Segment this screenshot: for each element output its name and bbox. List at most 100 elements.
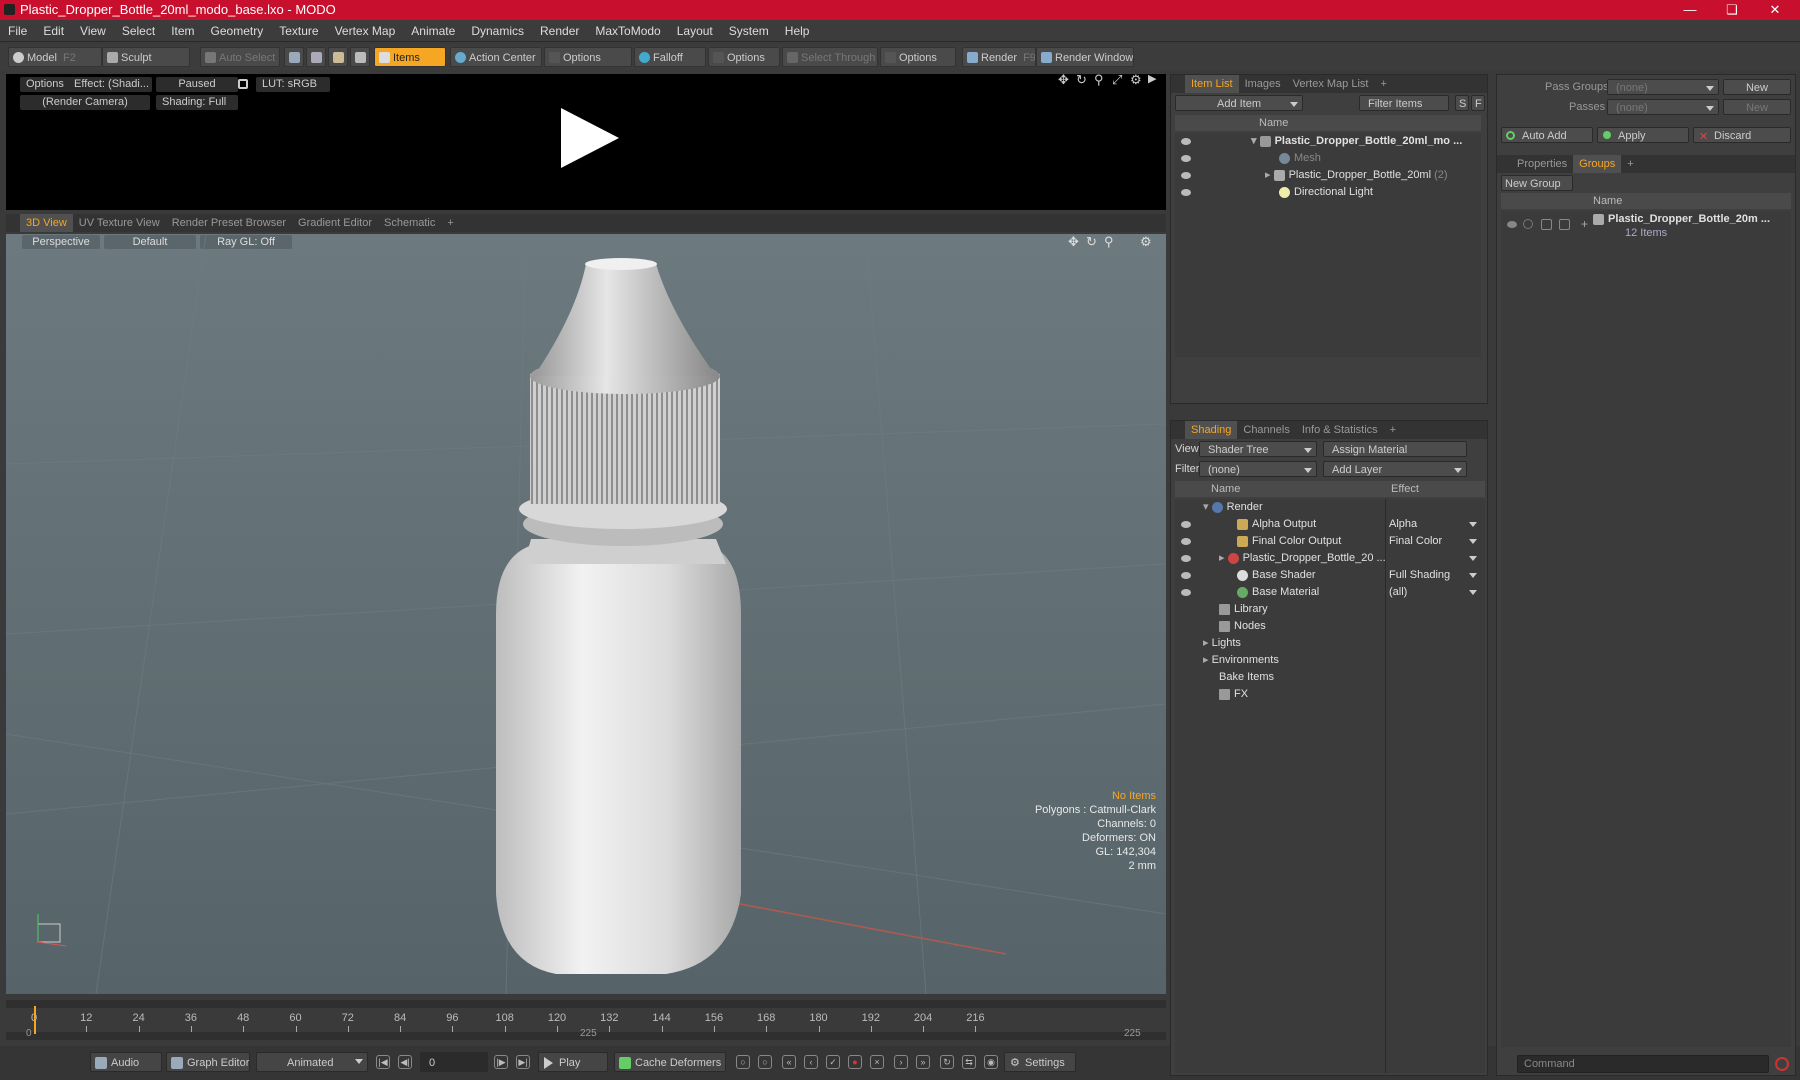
visibility-eye-icon[interactable] [1181, 155, 1191, 162]
visibility-eye-icon[interactable] [1181, 572, 1191, 579]
key-icon[interactable]: ✓ [826, 1055, 840, 1069]
view-dropdown[interactable]: Shader Tree [1199, 441, 1317, 457]
menu-animate[interactable]: Animate [403, 20, 463, 42]
render-window-button[interactable]: Render Window [1036, 47, 1134, 67]
rotate-view-icon[interactable]: ↻ [1076, 72, 1087, 88]
menu-file[interactable]: File [0, 20, 35, 42]
directional-light-item[interactable]: Directional Light [1279, 184, 1373, 201]
select-through-options-button[interactable]: Options [880, 47, 956, 67]
select-through-button[interactable]: Select Through [782, 47, 878, 67]
menu-geometry[interactable]: Geometry [203, 20, 272, 42]
auto-key-icon[interactable]: ○ [736, 1055, 750, 1069]
tab-images[interactable]: Images [1239, 75, 1287, 93]
menu-item[interactable]: Item [163, 20, 202, 42]
close-icon[interactable]: ✕ [1755, 0, 1795, 20]
menu-dynamics[interactable]: Dynamics [463, 20, 532, 42]
discard-button[interactable]: ✕ Discard [1693, 127, 1791, 143]
action-center-button[interactable]: Action Center [450, 47, 542, 67]
environments-group[interactable]: ▸ Environments [1203, 652, 1279, 669]
new-group-button[interactable]: New Group [1501, 175, 1573, 191]
last-frame-icon[interactable]: ▶| [516, 1055, 530, 1069]
auto-add-button[interactable]: Auto Add [1501, 127, 1593, 143]
expand-plus-icon[interactable]: + [1581, 217, 1588, 231]
record-macro-icon[interactable] [1775, 1057, 1789, 1071]
final-color-effect-dropdown[interactable]: Final Color [1389, 533, 1481, 550]
visibility-eye-icon[interactable] [1181, 538, 1191, 545]
tab-item-list[interactable]: Item List [1185, 75, 1239, 93]
timeline-cursor[interactable] [34, 1006, 36, 1034]
add-layer-dropdown[interactable]: Add Layer [1323, 461, 1467, 477]
render-preview[interactable]: Options Effect: (Shadi... Paused LUT: sR… [6, 72, 1166, 210]
new-pass-group-button[interactable]: New [1723, 79, 1791, 95]
nodes-folder[interactable]: Nodes [1219, 618, 1266, 635]
falloff-button[interactable]: Falloff [634, 47, 706, 67]
tab-info-statistics[interactable]: Info & Statistics [1296, 421, 1384, 439]
step-back-icon[interactable]: ‹ [804, 1055, 818, 1069]
edges-mode-icon[interactable] [306, 47, 326, 67]
add-tab-button[interactable]: + [1384, 421, 1402, 439]
filter-dropdown[interactable]: (none) [1199, 461, 1317, 477]
play-render-icon[interactable] [561, 108, 619, 168]
render-layer[interactable]: ▾ Render [1203, 499, 1263, 516]
filter-f-button[interactable]: F [1471, 95, 1485, 111]
vertices-mode-icon[interactable] [284, 47, 304, 67]
scene-item[interactable]: ▾ Plastic_Dropper_Bottle_20ml_mo ... [1251, 133, 1462, 150]
menu-layout[interactable]: Layout [669, 20, 721, 42]
shading-dropdown[interactable]: Shading: Full [156, 95, 238, 110]
add-item-dropdown[interactable]: Add Item [1175, 95, 1303, 111]
animated-dropdown[interactable]: Animated [256, 1052, 368, 1072]
final-color-output-layer[interactable]: Final Color Output [1237, 533, 1341, 550]
action-center-options-button[interactable]: Options [544, 47, 632, 67]
prev-keyframe-icon[interactable]: « [782, 1055, 796, 1069]
base-material-layer[interactable]: Base Material [1237, 584, 1319, 601]
lights-group[interactable]: ▸ Lights [1203, 635, 1241, 652]
tab-schematic[interactable]: Schematic [378, 214, 441, 232]
filter-s-button[interactable]: S [1455, 95, 1469, 111]
gear-icon[interactable]: ⚙ [1130, 72, 1142, 88]
sculpt-mode-button[interactable]: Sculpt [102, 47, 190, 67]
step-forward-icon[interactable]: › [894, 1055, 908, 1069]
menu-maxtomodo[interactable]: MaxToModo [587, 20, 668, 42]
visibility-eye-icon[interactable] [1181, 521, 1191, 528]
preview-options-button[interactable]: Options [20, 77, 70, 92]
tab-uv-texture-view[interactable]: UV Texture View [73, 214, 166, 232]
lock-toggle-icon[interactable] [1523, 219, 1533, 229]
command-input[interactable]: Command [1517, 1055, 1769, 1073]
ghost-icon[interactable]: ◉ [984, 1055, 998, 1069]
lut-dropdown[interactable]: LUT: sRGB [256, 77, 330, 92]
items-mode-button[interactable]: Items [374, 47, 446, 67]
play-button[interactable]: Play [538, 1052, 608, 1072]
audio-button[interactable]: Audio [90, 1052, 162, 1072]
cache-deformers-button[interactable]: Cache Deformers [614, 1052, 726, 1072]
base-shader-layer[interactable]: Base Shader [1237, 567, 1316, 584]
render-camera-dropdown[interactable]: (Render Camera) [20, 95, 150, 110]
tab-gradient-editor[interactable]: Gradient Editor [292, 214, 378, 232]
pass-groups-dropdown[interactable]: (none) [1607, 79, 1719, 95]
settings-button[interactable]: ⚙ Settings [1004, 1052, 1076, 1072]
maximize-view-icon[interactable]: ⤢ [1112, 72, 1122, 88]
mesh-item[interactable]: Mesh [1279, 150, 1321, 167]
tab-properties[interactable]: Properties [1511, 155, 1573, 173]
tab-channels[interactable]: Channels [1237, 421, 1295, 439]
filter-items-input[interactable]: Filter Items [1359, 95, 1449, 111]
key-filter-icon[interactable]: ○ [758, 1055, 772, 1069]
base-shader-effect-dropdown[interactable]: Full Shading [1389, 567, 1481, 584]
menu-system[interactable]: System [721, 20, 777, 42]
zoom-view-icon[interactable]: ⚲ [1094, 72, 1104, 88]
menu-view[interactable]: View [72, 20, 114, 42]
menu-edit[interactable]: Edit [35, 20, 72, 42]
select-checkbox[interactable] [1541, 219, 1552, 230]
polygons-mode-icon[interactable] [328, 47, 348, 67]
render-checkbox[interactable] [1559, 219, 1570, 230]
visibility-eye-icon[interactable] [1181, 189, 1191, 196]
visibility-eye-icon[interactable] [1507, 221, 1517, 228]
expand-arrow-icon[interactable]: ▶ [1148, 72, 1156, 85]
visibility-eye-icon[interactable] [1181, 172, 1191, 179]
new-pass-button[interactable]: New [1723, 99, 1791, 115]
alpha-effect-dropdown[interactable]: Alpha [1389, 516, 1481, 533]
record-icon[interactable]: ● [848, 1055, 862, 1069]
delete-key-icon[interactable]: × [870, 1055, 884, 1069]
menu-texture[interactable]: Texture [271, 20, 326, 42]
tab-render-preset-browser[interactable]: Render Preset Browser [166, 214, 292, 232]
effect-dropdown[interactable]: Effect: (Shadi... [68, 77, 152, 92]
